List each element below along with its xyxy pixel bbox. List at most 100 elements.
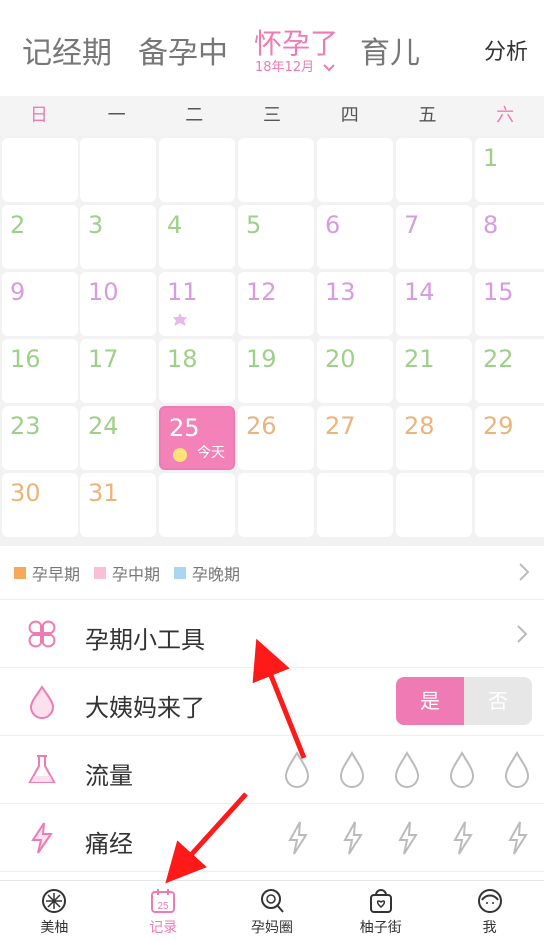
calendar-day[interactable]: 4 <box>159 205 235 269</box>
droplet-icon <box>29 685 55 719</box>
day-number: 31 <box>88 479 119 507</box>
calendar-day[interactable]: 1 <box>475 138 544 202</box>
flow-level-4-icon[interactable] <box>447 750 477 790</box>
day-number: 15 <box>483 278 514 306</box>
chevron-right-icon <box>517 625 528 643</box>
meiyou-icon <box>42 889 67 913</box>
weekday-thu: 四 <box>340 105 359 126</box>
calendar-day[interactable]: 7 <box>396 205 472 269</box>
pregnancy-stage-legend[interactable]: 孕早期 孕中期 孕晚期 <box>0 546 544 600</box>
day-number: 28 <box>404 412 435 440</box>
period-toggle[interactable]: 是 否 <box>396 677 532 725</box>
nav-label: 美柚 <box>40 920 69 936</box>
calendar-day[interactable]: 12 <box>238 272 314 336</box>
day-number: 20 <box>325 345 356 373</box>
flow-level-2-icon[interactable] <box>337 750 367 790</box>
tab-preparing[interactable]: 备孕中 <box>138 28 228 72</box>
bag-icon <box>369 889 392 913</box>
calendar-day[interactable]: 23 <box>2 406 78 470</box>
calendar-day[interactable]: 28 <box>396 406 472 470</box>
yes-button[interactable]: 是 <box>396 677 464 725</box>
calendar-day[interactable]: 13 <box>317 272 393 336</box>
calendar-day[interactable]: 29 <box>475 406 544 470</box>
calendar-day[interactable]: 8 <box>475 205 544 269</box>
cramps-level-2-icon[interactable] <box>337 818 367 858</box>
calendar-day[interactable]: 16 <box>2 339 78 403</box>
flow-label: 流量 <box>85 762 133 790</box>
calendar-day[interactable]: 9 <box>2 272 78 336</box>
nav-meiyou[interactable]: 美柚 <box>0 881 109 941</box>
analyze-button[interactable]: 分析 <box>484 34 528 66</box>
calendar-day[interactable]: 30 <box>2 473 78 537</box>
calendar-empty-cell <box>396 473 472 537</box>
day-number: 13 <box>325 278 356 306</box>
bottom-nav: 美柚 25 记录 孕妈圈 柚子街 我 <box>0 880 544 941</box>
day-number: 10 <box>88 278 119 306</box>
pregnancy-tools-row[interactable]: 孕期小工具 <box>0 600 544 668</box>
tab-parenting[interactable]: 育儿 <box>360 28 420 72</box>
calendar-day[interactable]: 6 <box>317 205 393 269</box>
nav-me[interactable]: 我 <box>435 881 544 941</box>
weekday-sat: 六 <box>496 105 515 126</box>
day-number: 25 <box>169 414 200 442</box>
calendar-empty-cell <box>159 473 235 537</box>
month-selector[interactable]: 18年12月 <box>255 56 336 75</box>
calendar-day[interactable]: 3 <box>80 205 156 269</box>
day-number: 22 <box>483 345 514 373</box>
calendar-day-today[interactable]: 25 今天 <box>159 406 235 470</box>
cramps-level-3-icon[interactable] <box>392 818 422 858</box>
period-row: 大姨妈来了 是 否 <box>0 668 544 736</box>
calendar-day[interactable]: 24 <box>80 406 156 470</box>
calendar-day[interactable]: 27 <box>317 406 393 470</box>
calendar-day[interactable]: 17 <box>80 339 156 403</box>
cramps-level-4-icon[interactable] <box>447 818 477 858</box>
nav-record[interactable]: 25 记录 <box>109 881 218 941</box>
flow-level-3-icon[interactable] <box>392 750 422 790</box>
day-number: 29 <box>483 412 514 440</box>
calendar-day[interactable]: 19 <box>238 339 314 403</box>
flow-level-5-icon[interactable] <box>502 750 532 790</box>
calendar-day[interactable]: 5 <box>238 205 314 269</box>
day-number: 5 <box>246 211 262 239</box>
calendar-day[interactable]: 11 <box>159 272 235 336</box>
weekday-wed: 三 <box>263 105 282 126</box>
baby-icon <box>173 448 187 462</box>
nav-shop[interactable]: 柚子街 <box>326 881 435 941</box>
lightning-icon <box>31 822 53 854</box>
day-number: 9 <box>10 278 26 306</box>
legend-label: 孕晚期 <box>192 564 241 584</box>
flower-icon <box>173 313 187 326</box>
weekday-tue: 二 <box>185 105 204 126</box>
calendar-day[interactable]: 18 <box>159 339 235 403</box>
day-number: 4 <box>167 211 183 239</box>
chevron-down-icon <box>323 63 335 71</box>
calendar-day[interactable]: 15 <box>475 272 544 336</box>
tab-period[interactable]: 记经期 <box>22 28 112 72</box>
calendar-day[interactable]: 2 <box>2 205 78 269</box>
day-number: 26 <box>246 412 277 440</box>
nav-label: 我 <box>482 920 497 936</box>
calendar-day[interactable]: 20 <box>317 339 393 403</box>
user-icon <box>477 889 502 913</box>
cramps-level-5-icon[interactable] <box>502 818 532 858</box>
calendar-empty-cell <box>475 473 544 537</box>
clover-icon <box>28 620 56 648</box>
day-number: 21 <box>404 345 435 373</box>
legend-label: 孕早期 <box>32 564 81 584</box>
calendar-day[interactable]: 22 <box>475 339 544 403</box>
legend-swatch <box>94 566 107 579</box>
calendar-day[interactable]: 31 <box>80 473 156 537</box>
top-header: 记经期 备孕中 怀孕了 18年12月 育儿 分析 <box>0 0 544 96</box>
flow-level-1-icon[interactable] <box>282 750 312 790</box>
month-label: 18年12月 <box>255 60 315 75</box>
nav-community[interactable]: 孕妈圈 <box>218 881 327 941</box>
calendar-day[interactable]: 26 <box>238 406 314 470</box>
no-button[interactable]: 否 <box>464 677 532 725</box>
calendar-day[interactable]: 10 <box>80 272 156 336</box>
period-label: 大姨妈来了 <box>85 694 205 722</box>
calendar-empty-cell <box>238 138 314 202</box>
cramps-level-1-icon[interactable] <box>282 818 312 858</box>
calendar-icon-text: 25 <box>158 901 170 912</box>
calendar-day[interactable]: 21 <box>396 339 472 403</box>
calendar-day[interactable]: 14 <box>396 272 472 336</box>
